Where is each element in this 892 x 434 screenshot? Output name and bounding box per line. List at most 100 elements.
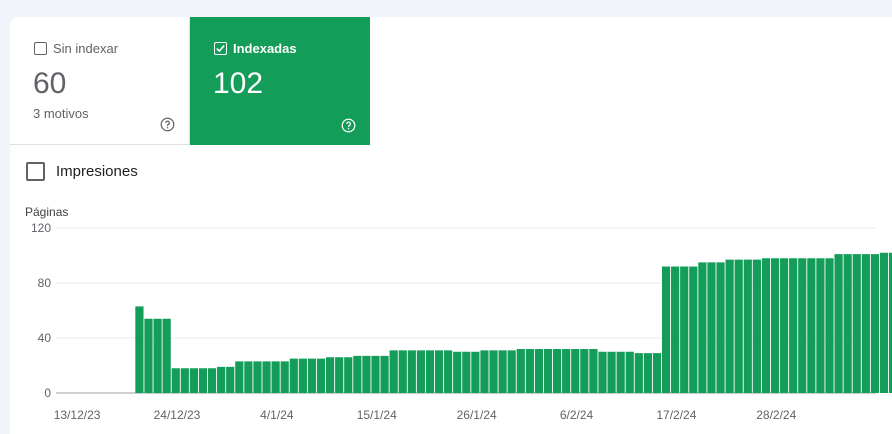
x-tick-label: 26/1/24 <box>457 408 497 422</box>
bar <box>162 318 171 393</box>
bar <box>543 349 553 393</box>
y-tick-label: 0 <box>44 386 51 400</box>
bar <box>262 361 271 393</box>
bar <box>589 349 598 393</box>
bar <box>562 349 571 393</box>
indexed-label: Indexadas <box>233 41 297 56</box>
y-tick-label: 120 <box>31 222 51 235</box>
bar <box>425 350 435 393</box>
bar <box>698 262 707 393</box>
bar <box>816 258 825 393</box>
bar <box>680 266 689 393</box>
bar <box>661 266 671 393</box>
bar <box>525 349 534 393</box>
bar <box>326 357 335 393</box>
bar <box>207 368 217 393</box>
index-report-card: Sin indexar 60 3 motivos Indexadas 102 I <box>10 17 892 434</box>
bar <box>380 355 389 393</box>
bar <box>489 350 498 393</box>
impressions-toggle[interactable]: Impresiones <box>26 162 138 181</box>
bar <box>734 259 743 393</box>
y-axis-label: Páginas <box>25 205 69 219</box>
help-circle-icon[interactable] <box>160 117 175 132</box>
not-indexed-count: 60 <box>33 67 67 100</box>
bar <box>407 350 416 393</box>
bar <box>725 259 734 393</box>
bar <box>271 361 280 393</box>
bar <box>307 358 317 393</box>
x-tick-label: 6/2/24 <box>560 408 594 422</box>
bar <box>770 258 780 393</box>
bar <box>362 355 371 393</box>
bar <box>534 349 544 393</box>
bar <box>643 353 652 393</box>
bar <box>416 350 425 393</box>
bar <box>553 349 562 393</box>
bar <box>580 349 589 393</box>
bar <box>834 254 843 393</box>
bar <box>344 357 353 393</box>
not-indexed-label: Sin indexar <box>53 41 119 56</box>
bar <box>634 353 643 393</box>
not-indexed-tile[interactable]: Sin indexar 60 3 motivos <box>10 17 190 145</box>
x-tick-label: 13/12/23 <box>54 408 101 422</box>
bar <box>798 258 807 393</box>
bar <box>444 350 453 393</box>
bar <box>616 351 625 393</box>
indexed-pages-chart: 0 40 80 120 13/12/23 24/12/23 4/1/24 15/1/24 26/… <box>31 222 892 422</box>
bar <box>398 350 407 393</box>
bar <box>607 351 616 393</box>
bar <box>135 306 144 393</box>
help-circle-icon[interactable] <box>341 118 356 133</box>
bar <box>235 361 244 393</box>
bar <box>253 361 262 393</box>
indexed-count: 102 <box>213 67 264 100</box>
bar <box>625 351 634 393</box>
bar <box>652 353 662 393</box>
bar <box>571 349 580 393</box>
bar <box>870 254 879 393</box>
bar <box>453 351 462 393</box>
indexed-checkbox[interactable] <box>214 42 227 55</box>
bar <box>189 368 198 393</box>
x-tick-label: 24/12/23 <box>154 408 201 422</box>
bar <box>244 361 253 393</box>
not-indexed-checkbox[interactable] <box>34 42 47 55</box>
indexed-tile[interactable]: Indexadas 102 <box>190 17 370 145</box>
bar <box>289 358 298 393</box>
bar <box>707 262 716 393</box>
bar <box>471 351 480 393</box>
bar <box>861 254 870 393</box>
bar <box>171 368 180 393</box>
not-indexed-reasons: 3 motivos <box>33 106 89 121</box>
bar <box>389 350 398 393</box>
x-tick-label: 28/2/24 <box>756 408 796 422</box>
bar <box>598 351 607 393</box>
y-tick-label: 80 <box>38 276 52 290</box>
x-tick-label: 17/2/24 <box>656 408 696 422</box>
bar <box>462 351 471 393</box>
bar <box>843 254 852 393</box>
bar <box>516 349 525 393</box>
y-tick-label: 40 <box>38 331 52 345</box>
bar <box>716 262 725 393</box>
bar <box>335 357 344 393</box>
bar <box>198 368 208 393</box>
bar <box>507 350 516 393</box>
bar <box>789 258 798 393</box>
bar <box>434 350 444 393</box>
bar <box>752 259 761 393</box>
status-tiles: Sin indexar 60 3 motivos Indexadas 102 <box>10 17 370 145</box>
bar <box>180 368 189 393</box>
bar <box>217 366 226 393</box>
impressions-checkbox[interactable] <box>26 162 45 181</box>
checkmark-icon <box>216 45 225 53</box>
bar <box>879 252 889 393</box>
bar <box>144 318 153 393</box>
bar <box>825 258 834 393</box>
bar <box>743 259 752 393</box>
bar <box>480 350 489 393</box>
bar <box>316 358 326 393</box>
bar <box>689 266 698 393</box>
bar <box>780 258 789 393</box>
